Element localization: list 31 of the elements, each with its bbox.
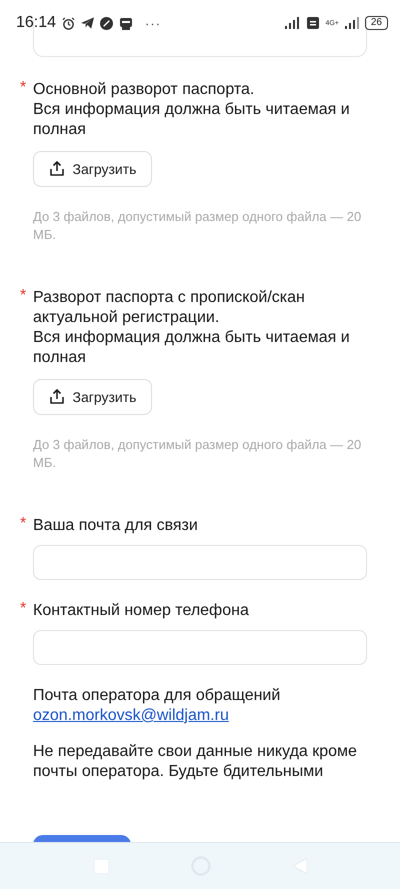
volte-icon [307, 17, 320, 29]
email-link[interactable]: ozon.morkovsk@wildjam.ru [33, 707, 229, 724]
upload-button[interactable]: Загрузить [33, 151, 152, 187]
warning-text: Не передавайте свои данные никуда кроме почты оператора. Будьте бдительными [33, 742, 358, 782]
recents-icon[interactable] [94, 858, 108, 874]
upload-button[interactable]: Загрузить [33, 379, 152, 415]
field-label: Основной разворот паспорта. Вся информация должна быть читаемая и полная [33, 80, 351, 140]
app-badge-icon [119, 16, 134, 30]
paper-plane-icon [81, 17, 94, 29]
info-text: Почта оператора для обращений [33, 686, 282, 706]
alarm-icon [62, 16, 76, 30]
field-label: Разворот паспорта с пропиской/скан актуальной регистрации. Вся информация должна быть читаемая и полная [33, 288, 351, 368]
required-asterisk: * [20, 287, 26, 305]
input-field[interactable] [33, 545, 367, 580]
signal-icon [285, 17, 302, 29]
round-app-icon [100, 16, 114, 30]
status-time: 16:14 [16, 14, 56, 32]
input-field[interactable] [33, 630, 367, 665]
upload-hint: До 3 файлов, допустимый размер одного файла — 20 МБ. [33, 208, 362, 244]
signal-icon [344, 17, 359, 29]
field-label: Контактный номер телефона [33, 601, 250, 621]
field-label: Ваша почта для связи [33, 516, 199, 536]
battery-level: 26 [364, 16, 388, 30]
back-icon[interactable] [292, 858, 306, 874]
required-asterisk: * [20, 79, 26, 97]
upload-icon [48, 389, 65, 405]
required-asterisk: * [20, 600, 26, 618]
upload-icon [48, 161, 65, 177]
required-asterisk: * [20, 515, 26, 533]
upload-hint: До 3 файлов, допустимый размер одного файла — 20 МБ. [33, 436, 362, 472]
more-notifications: ··· [145, 16, 162, 30]
